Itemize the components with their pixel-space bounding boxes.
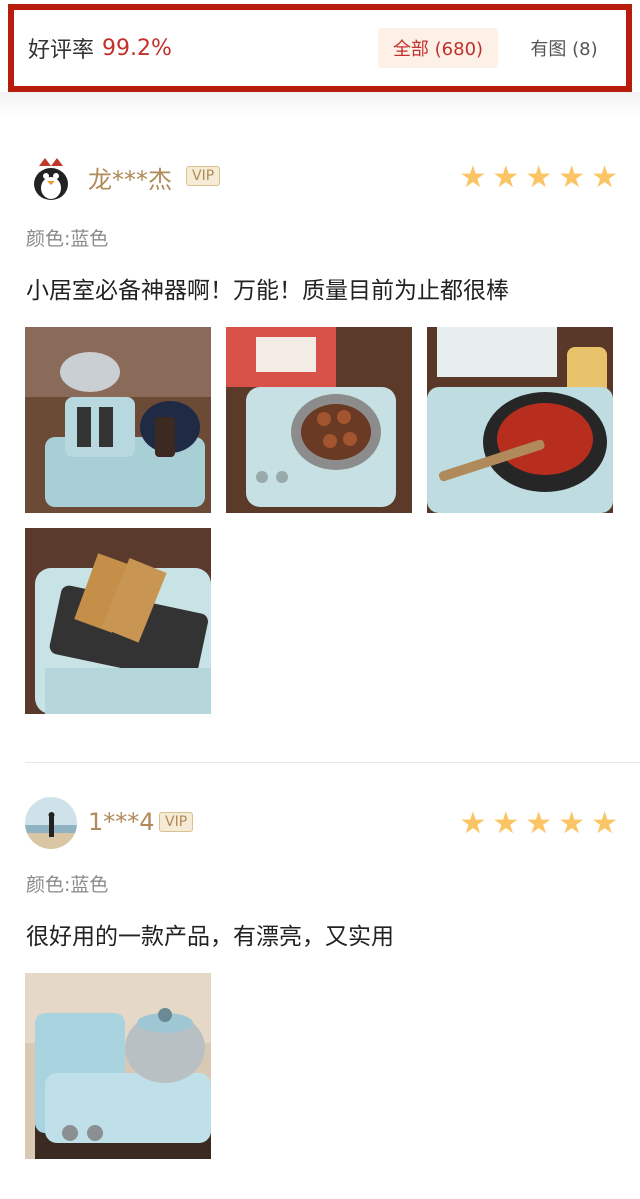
filter-with-pictures-button[interactable]: 有图 (8) — [512, 28, 616, 68]
star-icon: ★ — [525, 806, 553, 841]
star-icon: ★ — [525, 160, 553, 195]
product-attribute: 颜色:蓝色 — [26, 228, 109, 250]
star-icon: ★ — [459, 806, 487, 841]
product-attribute: 颜色:蓝色 — [26, 874, 109, 896]
rating-header: 好评率 99.2% 全部 (680) 有图 (8) — [8, 4, 632, 92]
review-divider — [25, 762, 640, 763]
rating-stars: ★ ★ ★ ★ ★ — [459, 163, 618, 193]
star-icon: ★ — [492, 160, 520, 195]
star-icon: ★ — [459, 160, 487, 195]
review-content: 小居室必备神器啊！万能！质量目前为止都很棒 — [26, 278, 509, 304]
review-photo[interactable] — [25, 973, 211, 1159]
star-icon: ★ — [558, 806, 586, 841]
avatar[interactable] — [25, 797, 77, 849]
review-photo[interactable] — [25, 327, 211, 513]
review-photo[interactable] — [427, 327, 613, 513]
vip-badge: VIP — [159, 812, 194, 832]
filter-all-button[interactable]: 全部 (680) — [378, 28, 498, 68]
positive-rate-label: 好评率 — [28, 38, 95, 63]
star-icon: ★ — [558, 160, 586, 195]
vip-badge: VIP — [186, 166, 221, 186]
avatar[interactable] — [25, 152, 77, 204]
review-photo[interactable] — [25, 528, 211, 714]
rating-stars: ★ ★ ★ ★ ★ — [459, 809, 618, 839]
star-icon: ★ — [591, 160, 618, 195]
username: 龙***杰 — [88, 166, 172, 194]
star-icon: ★ — [492, 806, 520, 841]
positive-rate-value: 99.2% — [102, 35, 172, 61]
username: 1***4 — [88, 808, 155, 836]
star-icon: ★ — [591, 806, 618, 841]
review-content: 很好用的一款产品，有漂亮，又实用 — [26, 924, 394, 950]
header-shadow — [0, 92, 640, 116]
review-photo[interactable] — [226, 327, 412, 513]
